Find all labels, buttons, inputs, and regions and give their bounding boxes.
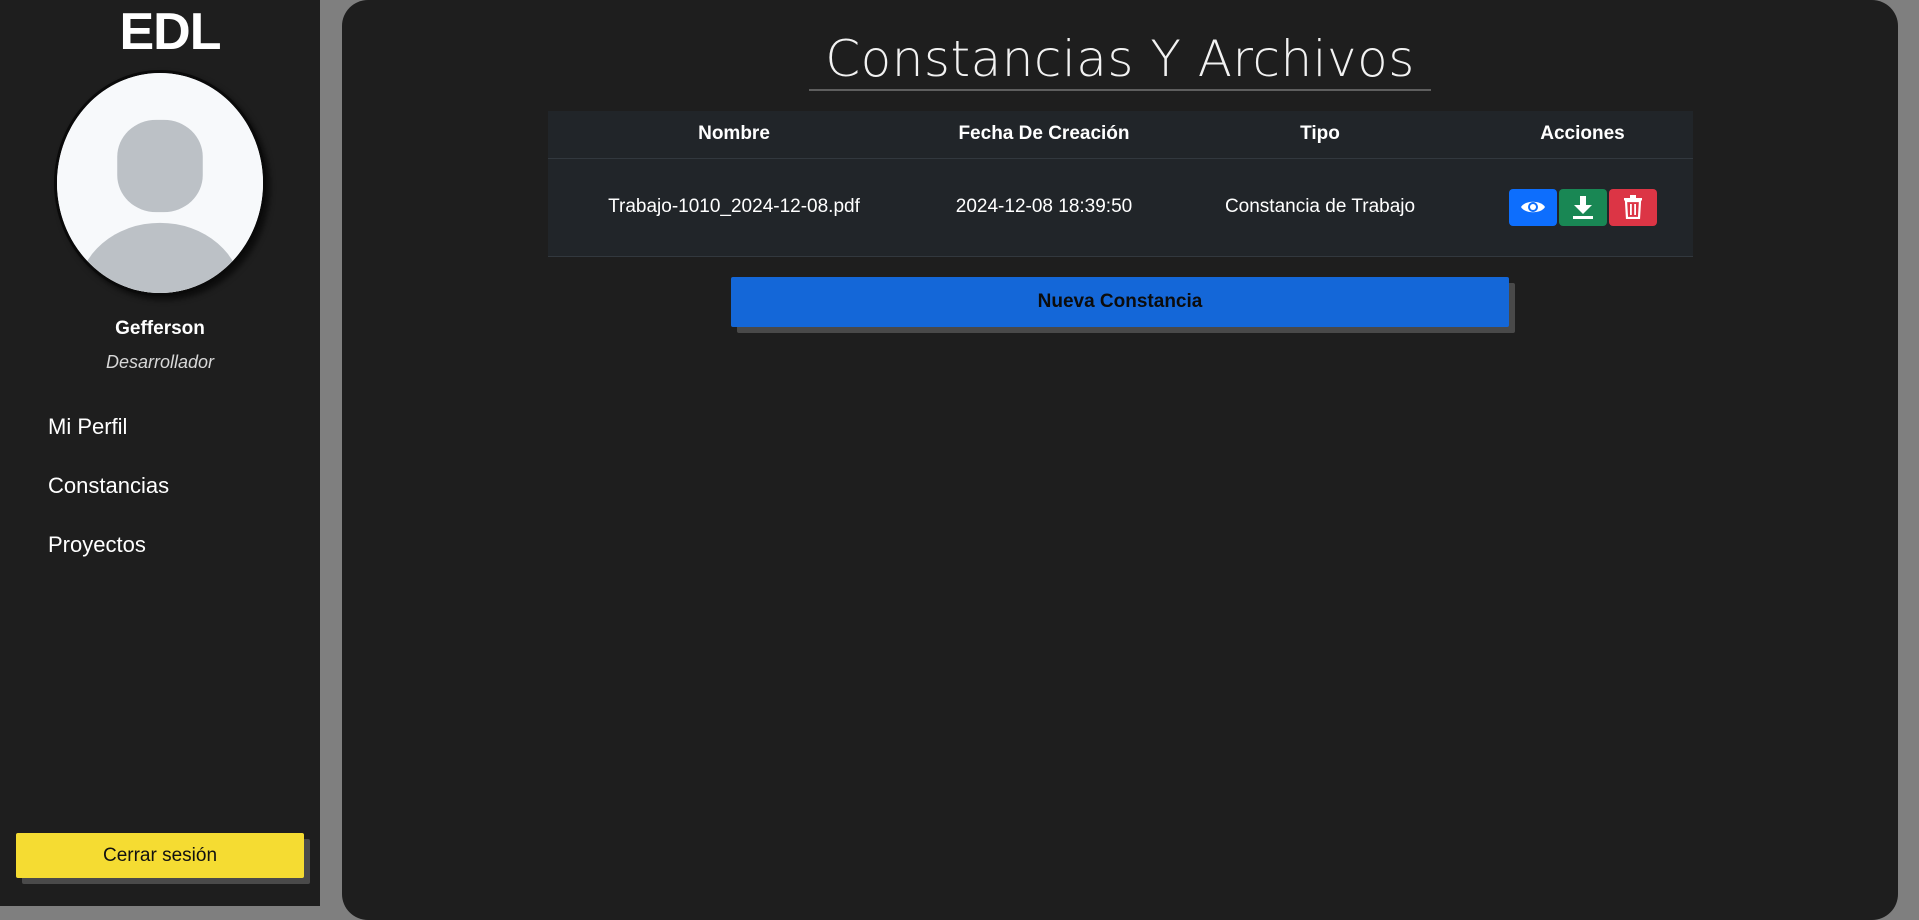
brand-logo: EDL — [119, 3, 222, 61]
column-header-nombre: Nombre — [548, 111, 920, 159]
table-header-row: Nombre Fecha De Creación Tipo Acciones — [548, 111, 1693, 159]
new-constancia-button[interactable]: Nueva Constancia — [731, 277, 1509, 327]
column-header-fecha: Fecha De Creación — [920, 111, 1168, 159]
page-title: Constancias Y Archivos — [825, 30, 1415, 88]
trash-icon — [1623, 195, 1642, 219]
sidebar: EDL Gefferson Desarrollador Mi Perfil Co… — [0, 0, 320, 906]
table-row: Trabajo-1010_2024-12-08.pdf 2024-12-08 1… — [548, 158, 1693, 257]
cell-tipo: Constancia de Trabajo — [1168, 158, 1472, 257]
documents-table: Nombre Fecha De Creación Tipo Acciones T… — [548, 111, 1693, 257]
user-silhouette-icon — [57, 73, 263, 293]
cell-fecha: 2024-12-08 18:39:50 — [920, 158, 1168, 257]
user-role: Desarrollador — [105, 352, 215, 372]
view-button[interactable] — [1508, 188, 1557, 226]
avatar — [54, 70, 266, 296]
cell-nombre: Trabajo-1010_2024-12-08.pdf — [548, 158, 920, 257]
nav-item-proyectos[interactable]: Proyectos — [48, 532, 146, 558]
nav-item-constancias[interactable]: Constancias — [48, 473, 169, 499]
logout-button[interactable]: Cerrar sesión — [16, 833, 304, 878]
main-panel: Constancias Y Archivos Nombre Fecha De C… — [342, 0, 1898, 920]
cell-acciones — [1472, 158, 1693, 257]
title-divider — [809, 89, 1431, 91]
download-button[interactable] — [1558, 188, 1607, 226]
column-header-tipo: Tipo — [1168, 111, 1472, 159]
eye-icon — [1520, 201, 1545, 213]
column-header-acciones: Acciones — [1472, 111, 1693, 159]
row-actions — [1508, 188, 1657, 226]
download-icon — [1572, 196, 1593, 219]
delete-button[interactable] — [1608, 188, 1657, 226]
nav-item-mi-perfil[interactable]: Mi Perfil — [48, 414, 127, 440]
user-name: Gefferson — [115, 318, 205, 339]
